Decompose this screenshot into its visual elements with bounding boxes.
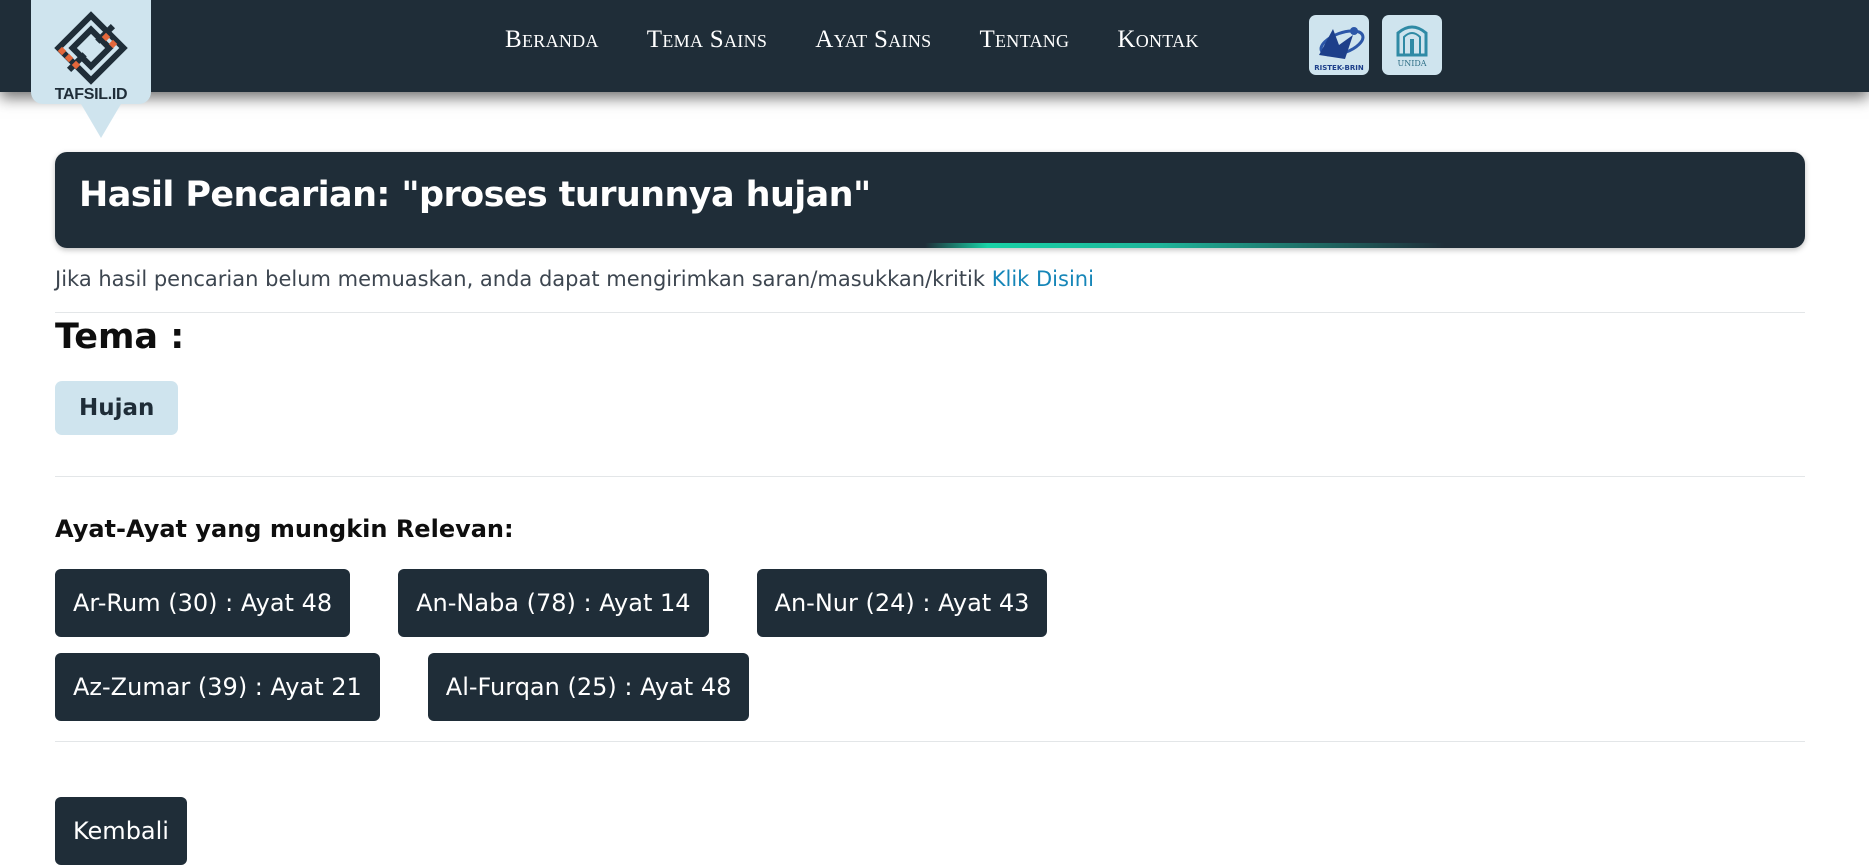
unida-label: UNIDA [1397, 59, 1426, 68]
divider [55, 476, 1805, 477]
ristek-brin-logo-icon: RISTEK-BRIN [1314, 27, 1365, 72]
verse-button-ar-rum-48[interactable]: Ar-Rum (30) : Ayat 48 [55, 569, 351, 637]
main-nav: Beranda Tema Sains Ayat Sains Tentang Ko… [505, 26, 1199, 54]
nav-link-ayat-sains[interactable]: Ayat Sains [815, 26, 931, 54]
ristek-brin-label: RISTEK-BRIN [1314, 64, 1364, 72]
verses-heading: Ayat-Ayat yang mungkin Relevan: [55, 515, 514, 543]
site-logo[interactable]: TAFSIL.ID [31, 0, 151, 138]
search-results: Hasil Pencarian: "proses turunnya hujan"… [55, 152, 1805, 865]
verse-button-az-zumar-21[interactable]: Az-Zumar (39) : Ayat 21 [55, 653, 380, 721]
feedback-link[interactable]: Klik Disini [992, 267, 1094, 291]
feedback-notice-text: Jika hasil pencarian belum memuaskan, an… [55, 267, 986, 291]
verse-list: Ar-Rum (30) : Ayat 48 An-Naba (78) : Aya… [55, 569, 1805, 637]
verse-list: Az-Zumar (39) : Ayat 21 Al-Furqan (25) :… [55, 653, 1805, 721]
divider [55, 741, 1805, 742]
tafsil-logo-icon [54, 11, 128, 85]
verse-button-al-furqan-48[interactable]: Al-Furqan (25) : Ayat 48 [427, 653, 750, 721]
verse-button-an-nur-43[interactable]: An-Nur (24) : Ayat 43 [756, 569, 1048, 637]
divider [55, 312, 1805, 313]
ristek-brin-logo[interactable]: RISTEK-BRIN [1309, 15, 1369, 75]
results-header: Hasil Pencarian: "proses turunnya hujan" [55, 152, 1805, 248]
theme-heading: Tema : [55, 317, 185, 357]
site-name: TAFSIL.ID [54, 86, 128, 103]
feedback-notice: Jika hasil pencarian belum memuaskan, an… [55, 267, 1805, 291]
verse-button-an-naba-14[interactable]: An-Naba (78) : Ayat 14 [398, 569, 709, 637]
nav-link-tema-sains[interactable]: Tema Sains [647, 26, 767, 54]
nav-link-tentang[interactable]: Tentang [979, 26, 1069, 54]
theme-tag-hujan[interactable]: Hujan [55, 381, 179, 435]
unida-logo[interactable]: UNIDA [1382, 15, 1442, 75]
nav-link-beranda[interactable]: Beranda [505, 26, 599, 54]
nav-link-kontak[interactable]: Kontak [1117, 26, 1198, 54]
page-title: Hasil Pencarian: "proses turunnya hujan" [79, 175, 871, 215]
title-accent-line [925, 243, 1445, 248]
top-navbar: TAFSIL.ID Beranda Tema Sains Ayat Sains … [0, 0, 1869, 138]
back-button[interactable]: Kembali [55, 797, 187, 865]
unida-logo-icon: UNIDA [1396, 25, 1428, 68]
